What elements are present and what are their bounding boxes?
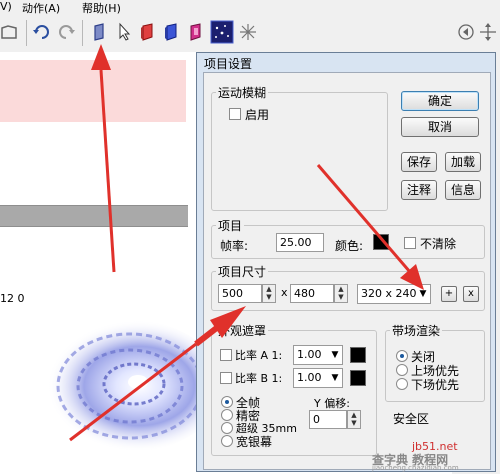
ratio-b-color-swatch[interactable] — [350, 370, 366, 386]
ratio-a-value: 1.00 — [297, 348, 322, 361]
size-x-separator: x — [281, 286, 288, 299]
ratio-a-label: 比率 A 1: — [235, 349, 283, 362]
ratio-b-value: 1.00 — [297, 371, 322, 384]
frame-rate-label: 帧率: — [220, 239, 249, 253]
menu-bar: V) 动作(A) 帮助(H) — [0, 0, 500, 15]
chevron-down-icon: ▼ — [331, 373, 339, 383]
lower-field-first-radio[interactable] — [396, 378, 408, 390]
layer-track — [0, 60, 186, 122]
add-preset-button[interactable]: + — [441, 286, 457, 302]
load-button[interactable]: 加载 — [445, 152, 481, 172]
menu-item-view[interactable]: V) — [0, 0, 12, 13]
chevron-down-icon: ▼ — [331, 350, 339, 360]
info-button[interactable]: 信息 — [445, 180, 481, 200]
field-off-radio[interactable] — [396, 350, 408, 362]
ratio-b-dropdown[interactable]: 1.00 ▼ — [293, 368, 343, 388]
emitter-icon[interactable] — [238, 22, 258, 42]
background-color-swatch[interactable] — [373, 234, 389, 250]
height-input[interactable]: 480 — [290, 284, 334, 303]
mask-option-full-frame-radio[interactable] — [221, 396, 233, 408]
ratio-a-checkbox[interactable] — [220, 349, 232, 361]
y-offset-stepper[interactable]: ▲ ▼ — [347, 410, 361, 429]
motion-blur-legend: 运动模糊 — [218, 86, 267, 100]
cancel-button[interactable]: 取消 — [401, 117, 479, 137]
blue-layer-icon[interactable] — [162, 22, 182, 42]
undo-icon[interactable] — [32, 22, 52, 42]
mask-option-widescreen-radio[interactable] — [221, 435, 233, 447]
no-clear-checkbox[interactable] — [404, 237, 416, 249]
ratio-a-dropdown[interactable]: 1.00 ▼ — [293, 345, 343, 365]
magenta-layer-icon[interactable] — [186, 22, 206, 42]
red-layer-icon[interactable] — [138, 22, 158, 42]
pointer-tool-icon[interactable] — [114, 22, 134, 42]
remove-preset-button[interactable]: x — [463, 286, 479, 302]
color-label: 颜色: — [335, 239, 364, 253]
lower-field-first-label: 下场优先 — [411, 378, 460, 392]
motion-blur-group: 运动模糊 — [211, 84, 388, 211]
height-stepper[interactable]: ▲ ▼ — [334, 284, 348, 303]
nav-back-icon[interactable] — [456, 22, 476, 42]
particle-icon[interactable] — [210, 20, 234, 44]
field-rendering-legend: 带场渲染 — [392, 324, 441, 338]
ratio-b-checkbox[interactable] — [220, 372, 232, 384]
open-icon[interactable] — [0, 22, 20, 42]
mask-option-academy-radio[interactable] — [221, 409, 233, 421]
upper-field-first-radio[interactable] — [396, 364, 408, 376]
size-preset-value: 320 x 240 — [361, 287, 417, 300]
frame-rate-input[interactable]: 25.00 — [276, 233, 324, 252]
timeline-ruler-label: 12 0 — [0, 292, 25, 305]
watermark-line2: jiaocheng.chazidian.com — [372, 464, 459, 472]
toolbar — [0, 14, 500, 53]
no-clear-label: 不清除 — [420, 237, 457, 251]
appearance-mask-legend: 外观遮罩 — [218, 324, 267, 338]
enable-label: 启用 — [245, 108, 270, 122]
ratio-b-label: 比率 B 1: — [235, 372, 283, 385]
width-stepper[interactable]: ▲ ▼ — [262, 284, 276, 303]
y-offset-label: Y 偏移: — [314, 397, 350, 410]
comment-button[interactable]: 注释 — [401, 180, 437, 200]
size-preset-dropdown[interactable]: 320 x 240 ▼ — [357, 284, 431, 304]
toolbar-divider — [82, 20, 83, 46]
expand-icon[interactable] — [478, 22, 498, 42]
chevron-down-icon: ▼ — [419, 289, 427, 299]
project-size-legend: 项目尺寸 — [218, 265, 267, 279]
ok-button[interactable]: 确定 — [401, 91, 479, 111]
project-settings-icon[interactable] — [90, 22, 110, 42]
enable-motion-blur-checkbox[interactable] — [229, 108, 241, 120]
y-offset-input[interactable]: 0 — [309, 410, 347, 429]
dialog-title: 项目设置 — [204, 57, 253, 71]
ratio-a-color-swatch[interactable] — [350, 347, 366, 363]
width-input[interactable]: 500 — [218, 284, 262, 303]
mask-option-widescreen-label: 宽银幕 — [236, 435, 273, 449]
redo-icon[interactable] — [56, 22, 76, 42]
timeline-header-bar — [0, 205, 188, 227]
watermark: jb51.net 查字典 教程网 jiaocheng.chazidian.com — [372, 440, 492, 472]
toolbar-divider — [26, 20, 27, 46]
project-legend: 项目 — [218, 219, 243, 233]
mask-option-super35-radio[interactable] — [221, 422, 233, 434]
save-button[interactable]: 保存 — [401, 152, 437, 172]
safe-area-label: 安全区 — [393, 412, 430, 426]
swirl-particle-preview — [38, 320, 220, 452]
